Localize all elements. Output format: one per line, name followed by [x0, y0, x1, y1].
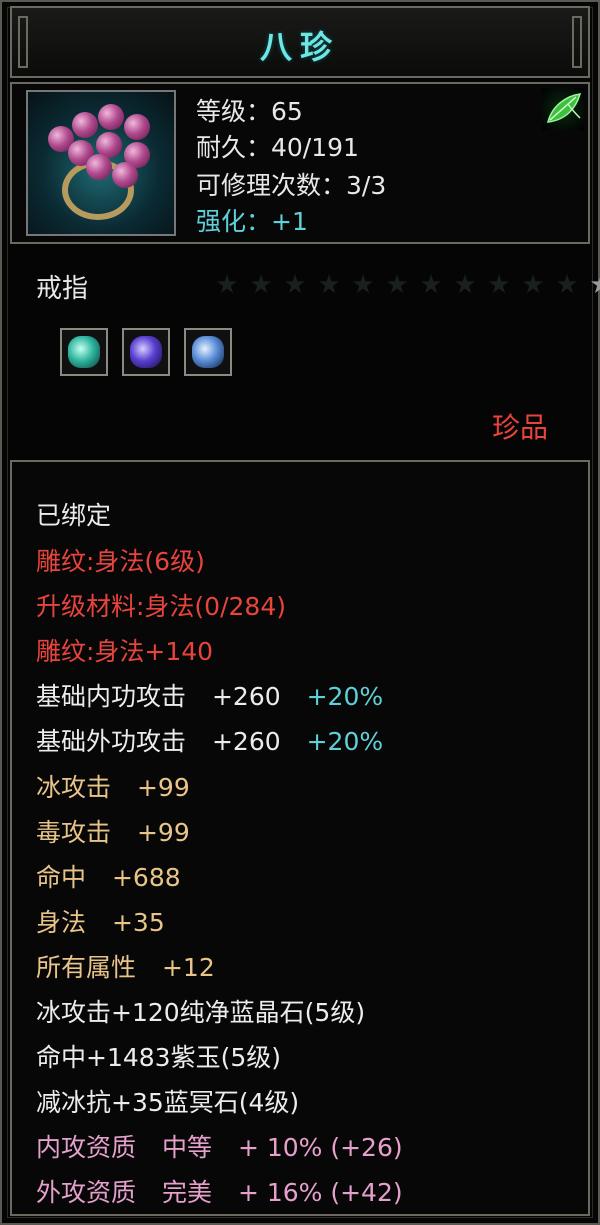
- star-icon: ★: [215, 270, 239, 300]
- aptitude-label: 外攻资质: [36, 1178, 137, 1207]
- ring-gem: [124, 114, 150, 140]
- attr-value: +35: [111, 908, 165, 937]
- attr-value: +260: [211, 682, 281, 711]
- item-name: 八珍: [259, 28, 340, 66]
- poison-attack: 毒攻击 +99: [36, 813, 190, 849]
- upgrade-material: 升级材料:身法(0/284): [36, 592, 286, 621]
- ring-gem: [72, 112, 98, 138]
- item-tooltip: 八珍 等级：65 耐久：40/191 可修理次数：3/3 强化：+1 戒指 ★ …: [0, 0, 600, 1225]
- base-outer-attack: 基础外功攻击 +260 +20%: [36, 722, 383, 758]
- star-icon: ★: [521, 270, 545, 300]
- level-stat: 等级：65: [196, 97, 303, 126]
- aptitude-grade: 中等: [161, 1133, 212, 1162]
- gem-bonus-ice: 冰攻击+120纯净蓝晶石(5级): [36, 998, 366, 1027]
- enhance-stat: 强化：+1: [196, 207, 308, 236]
- attr-value: +12: [161, 953, 215, 982]
- star-icon: ★: [283, 270, 307, 300]
- teal-gem-icon: [60, 328, 108, 376]
- agility-stat: 身法 +35: [36, 903, 165, 939]
- star-rating: ★ ★ ★ ★ ★ ★ ★ ★ ★ ★ ★ ★: [214, 272, 600, 298]
- repair-count-stat: 可修理次数：3/3: [196, 171, 387, 200]
- attr-value: +99: [136, 818, 190, 847]
- attr-label: 命中: [36, 863, 87, 892]
- ring-icon: [26, 90, 176, 236]
- hit-stat: 命中 +688: [36, 858, 181, 894]
- attr-bonus: +20%: [306, 682, 384, 711]
- attr-value: +99: [136, 773, 190, 802]
- star-icon: ★: [385, 270, 409, 300]
- bound-status: 已绑定: [36, 501, 112, 530]
- star-icon: ★: [249, 270, 273, 300]
- item-type: 戒指: [36, 274, 89, 304]
- aptitude-grade: 完美: [161, 1178, 212, 1207]
- gem-bonus-hit: 命中+1483紫玉(5级): [36, 1043, 281, 1072]
- attr-label: 所有属性: [36, 953, 137, 982]
- blue-gem-icon: [184, 328, 232, 376]
- purple-gem-icon: [122, 328, 170, 376]
- attr-label: 冰攻击: [36, 773, 112, 802]
- leaf-icon: [542, 88, 584, 130]
- ice-attack: 冰攻击 +99: [36, 768, 190, 804]
- attr-value: +260: [211, 727, 281, 756]
- inner-aptitude: 内攻资质 中等 + 10% (+26): [36, 1128, 403, 1164]
- attr-bonus: +20%: [306, 727, 384, 756]
- star-icon: ★: [588, 272, 600, 298]
- ring-gem: [112, 162, 138, 188]
- aptitude-value: + 16% (+42): [237, 1178, 403, 1207]
- title-bar: 八珍: [10, 6, 590, 78]
- attr-value: +688: [111, 863, 181, 892]
- attr-label: 基础内功攻击: [36, 682, 187, 711]
- attr-label: 基础外功攻击: [36, 727, 187, 756]
- star-icon: ★: [419, 270, 443, 300]
- star-icon: ★: [555, 270, 579, 300]
- attr-label: 身法: [36, 908, 87, 937]
- attr-label: 毒攻击: [36, 818, 112, 847]
- ring-gem: [86, 154, 112, 180]
- base-inner-attack: 基础内功攻击 +260 +20%: [36, 677, 383, 713]
- quality-label: 珍品: [492, 411, 549, 444]
- ring-gem: [98, 104, 124, 130]
- star-icon: ★: [317, 270, 341, 300]
- aptitude-value: + 10% (+26): [237, 1133, 403, 1162]
- engrave-level: 雕纹:身法(6级): [36, 547, 205, 576]
- all-attributes-stat: 所有属性 +12: [36, 948, 215, 984]
- outer-aptitude: 外攻资质 完美 + 16% (+42): [36, 1173, 403, 1209]
- durability-stat: 耐久：40/191: [196, 133, 359, 162]
- gem-bonus-ice-resist: 减冰抗+35蓝冥石(4级): [36, 1088, 300, 1117]
- star-icon: ★: [487, 270, 511, 300]
- engrave-bonus: 雕纹:身法+140: [36, 637, 214, 666]
- star-icon: ★: [453, 270, 477, 300]
- star-icon: ★: [351, 270, 375, 300]
- aptitude-label: 内攻资质: [36, 1133, 137, 1162]
- item-info-panel: 等级：65 耐久：40/191 可修理次数：3/3 强化：+1: [10, 82, 590, 244]
